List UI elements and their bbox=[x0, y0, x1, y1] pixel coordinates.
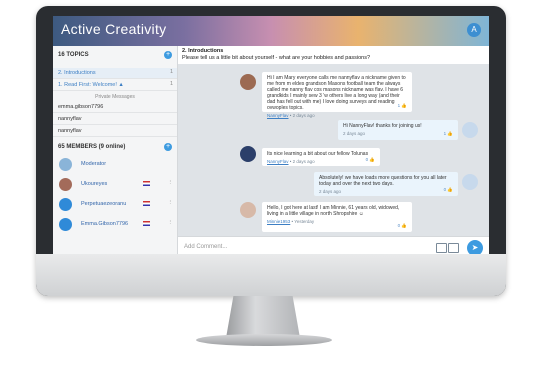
private-message-item[interactable]: nannyflav bbox=[53, 126, 177, 137]
more-icon[interactable]: ⋮ bbox=[168, 180, 174, 186]
topic-header: 2. Introductions Please tell us a little… bbox=[178, 46, 489, 65]
message-text: Hello, I got here at last! I am Minnie, … bbox=[267, 205, 400, 217]
app-header: Active Creativity A bbox=[53, 16, 489, 46]
monitor-base bbox=[196, 334, 332, 346]
image-icon[interactable] bbox=[448, 243, 459, 253]
message-actions[interactable]: 0 👍 bbox=[366, 157, 375, 163]
monitor-stand bbox=[226, 296, 300, 338]
member-item[interactable]: Ukoureyes ⋮ bbox=[53, 176, 177, 194]
message-time: Yesterday bbox=[294, 219, 315, 224]
like-count: 1 bbox=[397, 103, 401, 108]
attach-icon[interactable] bbox=[436, 243, 447, 253]
message-bubble: Hi NannyFlav! thanks for joining us! 2 d… bbox=[338, 120, 458, 140]
message-time: 2 days ago bbox=[343, 131, 366, 136]
member-item[interactable]: Emma.Gibson7796 ⋮ bbox=[53, 216, 177, 234]
like-count: 0 bbox=[397, 223, 401, 228]
avatar bbox=[462, 174, 478, 190]
private-message-label: nannyflav bbox=[58, 116, 82, 122]
chat-thread: Hi I am Mary everyone calls me nannyflav… bbox=[178, 64, 489, 236]
member-name: Moderator bbox=[81, 161, 107, 167]
more-icon[interactable]: ⋮ bbox=[168, 220, 174, 226]
like-count: 0 bbox=[443, 187, 447, 192]
message-bubble: Hi I am Mary everyone calls me nannyflav… bbox=[262, 72, 412, 118]
avatar bbox=[59, 178, 72, 191]
member-name: Perpetuaezeoranu bbox=[81, 201, 127, 207]
message-author[interactable]: NannyFlav bbox=[267, 113, 289, 118]
message-time: 2 days ago bbox=[292, 113, 315, 118]
topic-label: 2. Introductions bbox=[58, 70, 96, 76]
topic-label: 1. Read First: Welcome! ▲ bbox=[58, 82, 124, 88]
monitor-bezel: Active Creativity A 16 TOPICS + 2. Intro… bbox=[36, 6, 506, 296]
uk-flag-icon bbox=[143, 221, 150, 226]
member-item[interactable]: Perpetuaezeoranu ⋮ bbox=[53, 196, 177, 214]
monitor-chin bbox=[36, 254, 506, 296]
topic-title: 2. Introductions bbox=[182, 48, 224, 54]
avatar bbox=[59, 218, 72, 231]
private-message-label: emma.gibson7796 bbox=[58, 104, 104, 110]
avatar bbox=[462, 122, 478, 138]
message-author[interactable]: NannyFlav bbox=[267, 159, 289, 164]
message-actions[interactable]: 0 👍 bbox=[444, 187, 453, 193]
avatar bbox=[59, 198, 72, 211]
topic-subtitle: Please tell us a little bit about yourse… bbox=[182, 55, 371, 61]
app-title: Active Creativity bbox=[61, 21, 167, 37]
like-count: 1 bbox=[443, 131, 447, 136]
avatar bbox=[59, 158, 72, 171]
message-text: Its nice learning a bit about our fellow… bbox=[267, 151, 369, 157]
private-messages-header: Private Messages bbox=[95, 94, 135, 100]
message-time: 2 days ago bbox=[292, 159, 315, 164]
message-text: Hi NannyFlav! thanks for joining us! bbox=[343, 123, 422, 129]
message-time: 2 days ago bbox=[319, 189, 342, 194]
more-icon[interactable]: ⋮ bbox=[168, 200, 174, 206]
topic-count: 1 bbox=[169, 69, 173, 75]
sidebar: 16 TOPICS + 2. Introductions 1 1. Read F… bbox=[53, 46, 178, 258]
sidebar-topic-item[interactable]: 2. Introductions 1 bbox=[53, 68, 177, 79]
add-member-button[interactable]: + bbox=[164, 143, 172, 151]
private-message-label: nannyflav bbox=[58, 128, 82, 134]
user-avatar-icon[interactable]: A bbox=[467, 23, 481, 37]
message-actions[interactable]: 1 👍 bbox=[444, 131, 453, 137]
message-text: Hi I am Mary everyone calls me nannyflav… bbox=[267, 75, 406, 111]
topic-count: 1 bbox=[169, 81, 173, 87]
add-topic-button[interactable]: + bbox=[164, 51, 172, 59]
member-name: Ukoureyes bbox=[81, 181, 108, 187]
members-header: 65 MEMBERS (9 online) bbox=[58, 144, 126, 150]
app-screen: Active Creativity A 16 TOPICS + 2. Intro… bbox=[53, 16, 489, 258]
message-actions[interactable]: 1 👍 bbox=[398, 103, 407, 109]
avatar bbox=[240, 146, 256, 162]
message-bubble: Its nice learning a bit about our fellow… bbox=[262, 148, 380, 166]
avatar bbox=[240, 74, 256, 90]
message-bubble: Absolutely! we have loads more questions… bbox=[314, 172, 458, 196]
topics-header: 16 TOPICS bbox=[58, 52, 89, 58]
like-count: 0 bbox=[365, 157, 369, 162]
member-item[interactable]: Moderator bbox=[53, 156, 177, 174]
private-message-item[interactable]: emma.gibson7796 bbox=[53, 102, 177, 113]
message-bubble: Hello, I got here at last! I am Minnie, … bbox=[262, 202, 412, 232]
sidebar-topic-item[interactable]: 1. Read First: Welcome! ▲ 1 bbox=[53, 80, 177, 91]
uk-flag-icon bbox=[143, 181, 150, 186]
message-text: Absolutely! we have loads more questions… bbox=[319, 175, 447, 187]
private-message-item[interactable]: nannyflav bbox=[53, 114, 177, 125]
message-author[interactable]: Minnie1953 bbox=[267, 219, 290, 224]
comment-input[interactable]: Add Comment... bbox=[184, 244, 227, 250]
uk-flag-icon bbox=[143, 201, 150, 206]
member-name: Emma.Gibson7796 bbox=[81, 221, 129, 227]
message-actions[interactable]: 0 👍 bbox=[398, 223, 407, 229]
avatar bbox=[240, 202, 256, 218]
